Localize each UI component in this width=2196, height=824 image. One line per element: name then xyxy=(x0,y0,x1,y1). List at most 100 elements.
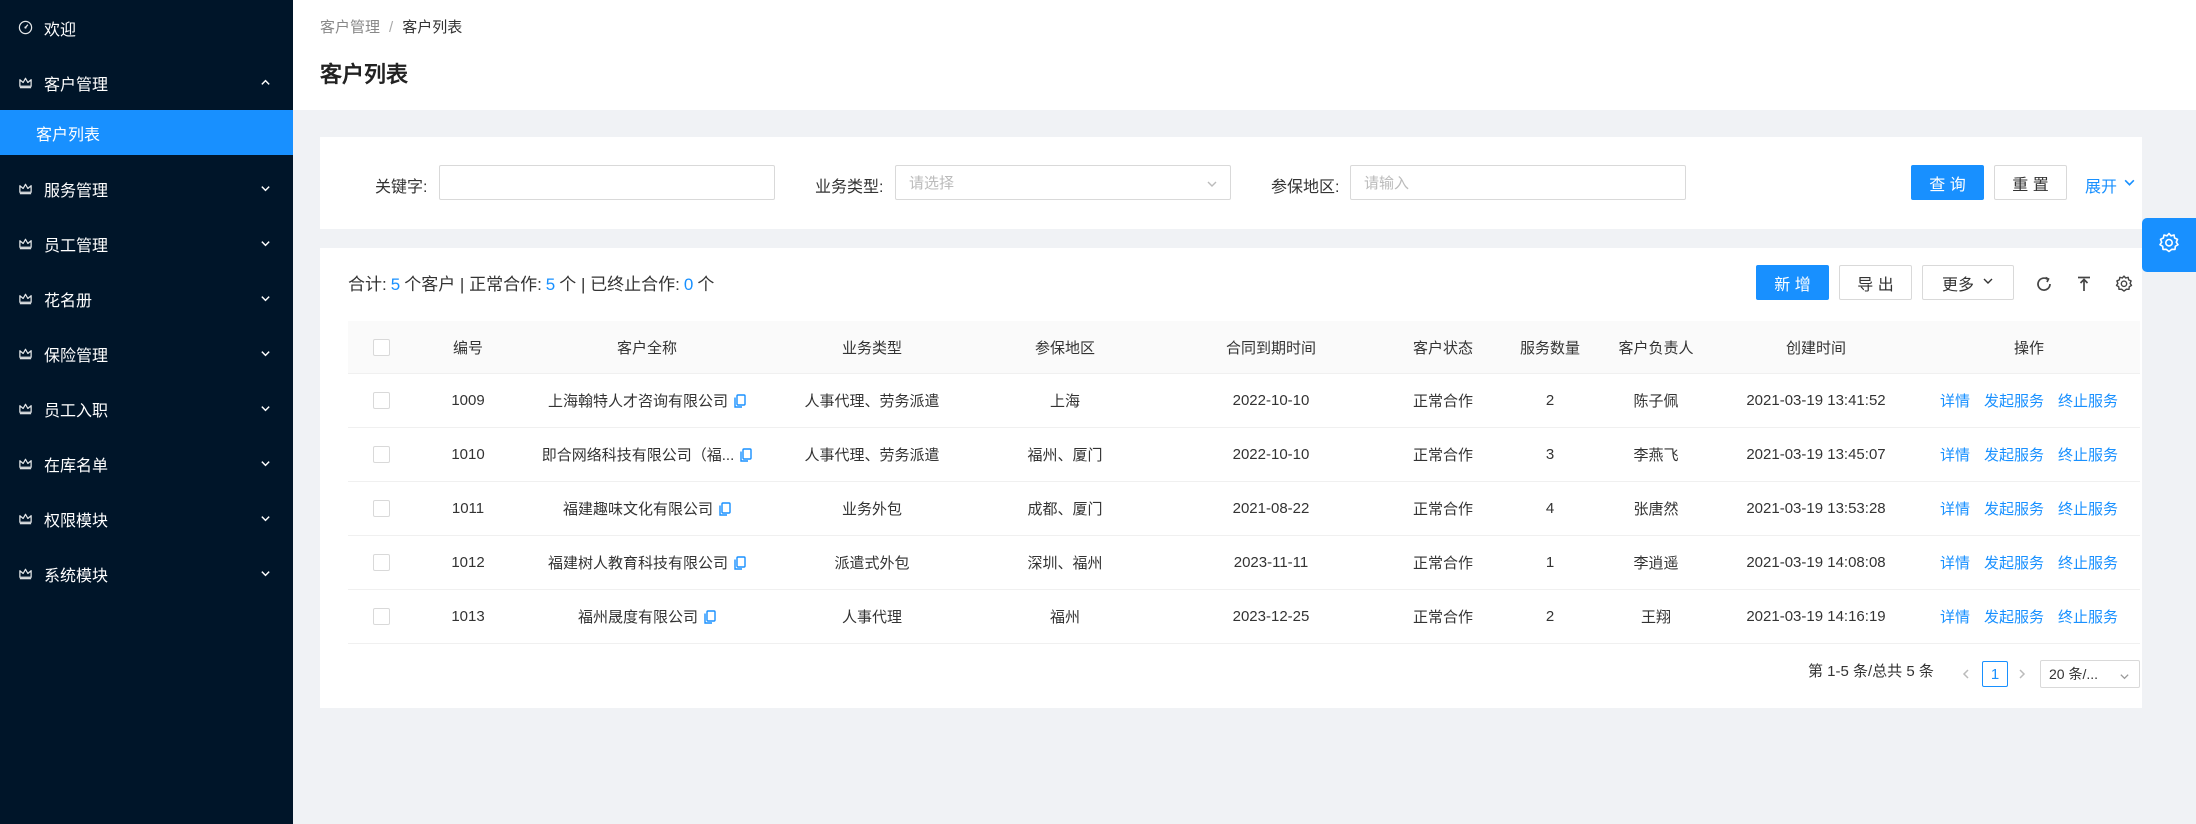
column-header[interactable]: 服务数量 xyxy=(1502,321,1598,373)
sidebar-item-label: 服务管理 xyxy=(44,182,109,200)
start-service-link[interactable]: 发起服务 xyxy=(1984,498,2044,519)
more-dropdown[interactable]: 更多 xyxy=(1922,265,2014,300)
column-header[interactable]: 客户状态 xyxy=(1384,321,1502,373)
cell-count: 4 xyxy=(1545,500,1555,517)
cell-created: 2021-03-19 13:53:28 xyxy=(1746,500,1886,517)
prev-page-icon[interactable] xyxy=(1956,664,1976,684)
cell-owner: 张唐然 xyxy=(1633,501,1679,518)
column-header[interactable]: 创建时间 xyxy=(1714,321,1918,373)
cell-biz-type: 派遣式外包 xyxy=(834,555,910,572)
biz-type-label: 业务类型: xyxy=(815,179,884,196)
gear-icon[interactable] xyxy=(2111,271,2137,297)
detail-link[interactable]: 详情 xyxy=(1940,390,1970,411)
detail-link[interactable]: 详情 xyxy=(1940,444,1970,465)
cell-owner: 李燕飞 xyxy=(1633,447,1679,464)
row-checkbox[interactable] xyxy=(372,554,390,571)
sidebar-item-customer-mgmt[interactable]: 客户管理 xyxy=(0,55,293,110)
sidebar-item-system[interactable]: 系统模块 xyxy=(0,546,293,601)
breadcrumb-current: 客户列表 xyxy=(402,19,463,36)
sidebar-item-onboarding[interactable]: 员工入职 xyxy=(0,381,293,436)
crown-icon xyxy=(17,290,34,307)
customer-name: 上海翰特人才咨询有限公司 xyxy=(547,393,728,410)
crown-icon xyxy=(17,400,34,417)
sidebar-item-in-stock-list[interactable]: 在库名单 xyxy=(0,436,293,491)
table-row: 1011 福建趣味文化有限公司 业务外包 成都、厦门 2021-08-22 正常… xyxy=(348,482,2140,536)
column-header[interactable]: 客户全称 xyxy=(522,321,772,373)
page-number-current[interactable]: 1 xyxy=(1982,661,2008,687)
breadcrumb: 客户管理 / 客户列表 xyxy=(320,19,463,36)
end-service-link[interactable]: 终止服务 xyxy=(2058,444,2118,465)
chevron-down-icon xyxy=(2123,176,2136,194)
copy-icon[interactable] xyxy=(734,555,746,570)
biz-type-select[interactable]: 请选择 xyxy=(895,165,1231,200)
expand-link[interactable]: 展开 xyxy=(2085,173,2136,197)
end-service-link[interactable]: 终止服务 xyxy=(2058,390,2118,411)
export-button[interactable]: 导 出 xyxy=(1839,265,1912,300)
region-label: 参保地区: xyxy=(1271,179,1340,196)
copy-icon[interactable] xyxy=(719,501,731,516)
sidebar-item-roster[interactable]: 花名册 xyxy=(0,271,293,326)
sidebar-subitem-customer-list[interactable]: 客户列表 xyxy=(0,110,293,155)
end-service-link[interactable]: 终止服务 xyxy=(2058,498,2118,519)
keyword-input[interactable] xyxy=(439,165,775,200)
copy-icon[interactable] xyxy=(704,609,716,624)
summary-total-count: 5 xyxy=(390,275,401,294)
cell-created: 2021-03-19 13:45:07 xyxy=(1746,446,1886,463)
cell-status: 正常合作 xyxy=(1412,501,1473,518)
row-checkbox[interactable] xyxy=(372,608,390,625)
page-size-select[interactable]: 20 条/... xyxy=(2040,660,2140,688)
detail-link[interactable]: 详情 xyxy=(1940,606,1970,627)
cell-id: 1009 xyxy=(451,392,485,409)
copy-icon[interactable] xyxy=(734,393,746,408)
row-checkbox[interactable] xyxy=(372,446,390,463)
detail-link[interactable]: 详情 xyxy=(1940,498,1970,519)
end-service-link[interactable]: 终止服务 xyxy=(2058,552,2118,573)
region-input[interactable]: 请输入 xyxy=(1350,165,1686,200)
column-header[interactable]: 业务类型 xyxy=(772,321,972,373)
reset-button[interactable]: 重 置 xyxy=(1994,165,2067,200)
dashboard-icon xyxy=(17,19,34,36)
row-checkbox[interactable] xyxy=(372,392,390,409)
next-page-icon[interactable] xyxy=(2012,664,2032,684)
cell-created: 2021-03-19 14:08:08 xyxy=(1746,554,1886,571)
add-button[interactable]: 新 增 xyxy=(1756,265,1829,300)
start-service-link[interactable]: 发起服务 xyxy=(1984,606,2044,627)
table-row: 1010 即合网络科技有限公司（福... 人事代理、劳务派遣 福州、厦门 202… xyxy=(348,428,2140,482)
customer-table-panel: 合计: 5 个客户 | 正常合作: 5 个 | 已终止合作: 0 个 新 增 导 出 更多 … xyxy=(320,248,2142,708)
sidebar-item-welcome[interactable]: 欢迎 xyxy=(0,0,293,55)
cell-name: 福建树人教育科技有限公司 xyxy=(522,536,772,589)
cell-id: 1011 xyxy=(451,500,485,517)
start-service-link[interactable]: 发起服务 xyxy=(1984,444,2044,465)
sidebar-item-insurance-mgmt[interactable]: 保险管理 xyxy=(0,326,293,381)
customer-name: 福州晟度有限公司 xyxy=(577,609,698,626)
start-service-link[interactable]: 发起服务 xyxy=(1984,552,2044,573)
sidebar-item-service-mgmt[interactable]: 服务管理 xyxy=(0,161,293,216)
column-header[interactable]: 合同到期时间 xyxy=(1158,321,1384,373)
settings-drawer-button[interactable] xyxy=(2142,218,2196,272)
column-height-icon[interactable] xyxy=(2071,271,2097,297)
cell-owner: 陈子佩 xyxy=(1633,393,1679,410)
chevron-down-icon xyxy=(259,348,271,360)
copy-icon[interactable] xyxy=(740,447,752,462)
detail-link[interactable]: 详情 xyxy=(1940,552,1970,573)
row-checkbox[interactable] xyxy=(372,500,390,517)
select-all-checkbox[interactable] xyxy=(372,338,390,356)
cell-status: 正常合作 xyxy=(1412,447,1473,464)
cell-actions: 详情 发起服务 终止服务 xyxy=(1918,536,2140,589)
sidebar-item-label: 欢迎 xyxy=(44,21,77,39)
column-header[interactable]: 参保地区 xyxy=(972,321,1158,373)
end-service-link[interactable]: 终止服务 xyxy=(2058,606,2118,627)
breadcrumb-link[interactable]: 客户管理 xyxy=(320,19,380,36)
sidebar-item-label: 在库名单 xyxy=(44,457,109,475)
cell-expire: 2021-08-22 xyxy=(1232,500,1310,517)
cell-region: 上海 xyxy=(1049,393,1080,410)
sidebar-item-employee-mgmt[interactable]: 员工管理 xyxy=(0,216,293,271)
column-header[interactable]: 编号 xyxy=(414,321,522,373)
select-all-cell xyxy=(348,321,414,373)
column-header[interactable]: 客户负责人 xyxy=(1598,321,1714,373)
query-button[interactable]: 查 询 xyxy=(1911,165,1984,200)
start-service-link[interactable]: 发起服务 xyxy=(1984,390,2044,411)
refresh-icon[interactable] xyxy=(2031,271,2057,297)
pagination-range: 第 1-5 条/总共 5 条 xyxy=(1808,663,1934,680)
sidebar-item-permissions[interactable]: 权限模块 xyxy=(0,491,293,546)
